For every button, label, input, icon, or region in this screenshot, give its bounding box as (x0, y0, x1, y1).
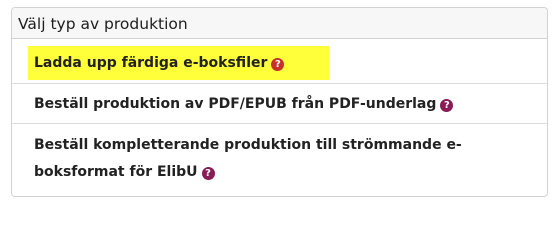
panel-title: Välj typ av produktion (12, 8, 547, 39)
option-order-pdf-epub-production[interactable]: Beställ produktion av PDF/EPUB från PDF-… (12, 84, 547, 124)
help-icon[interactable]: ? (201, 167, 215, 180)
option-label[interactable]: Ladda upp färdiga e-boksfiler? (34, 55, 285, 71)
option-order-streaming-production[interactable]: Beställ kompletterande produktion till s… (12, 124, 547, 195)
help-icon[interactable]: ? (440, 99, 454, 112)
help-icon[interactable]: ? (271, 58, 285, 71)
production-type-panel: Välj typ av produktion Ladda upp färdiga… (11, 7, 548, 197)
option-label[interactable]: Beställ kompletterande produktion till s… (34, 137, 462, 180)
option-upload-ebook-files[interactable]: Ladda upp färdiga e-boksfiler? (12, 39, 547, 84)
option-label[interactable]: Beställ produktion av PDF/EPUB från PDF-… (34, 96, 454, 112)
